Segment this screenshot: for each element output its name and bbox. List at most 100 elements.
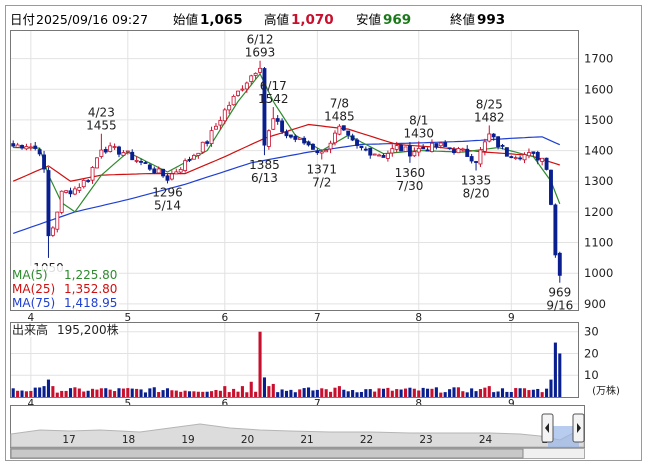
annotation-date: 6/12	[247, 33, 274, 47]
candle-body	[469, 156, 474, 162]
volume-bar	[465, 392, 469, 397]
volume-bar	[201, 391, 205, 397]
candle-body	[240, 88, 245, 91]
volume-bar	[258, 331, 262, 397]
volume-bar	[33, 387, 37, 397]
candle-body	[55, 211, 60, 230]
candle-body	[42, 154, 47, 170]
candle-body	[430, 142, 434, 152]
candle-body	[68, 190, 73, 195]
volume-bar	[165, 388, 170, 397]
volume-bar	[306, 387, 311, 397]
volume-bar	[536, 388, 540, 397]
ma5-value: 1,225.80	[64, 268, 117, 282]
candle-body	[319, 151, 324, 154]
candle-body	[346, 130, 351, 136]
ma75-label: MA(75)	[12, 296, 55, 310]
candle-body	[403, 146, 408, 152]
candle-body	[231, 95, 236, 106]
candle-body	[474, 161, 478, 163]
candle-body	[271, 118, 276, 130]
volume-bar	[470, 388, 474, 397]
candle-body	[183, 160, 188, 171]
navigator-panel[interactable]: 17181920212223242	[10, 405, 585, 448]
candle-body	[139, 160, 143, 163]
volume-tick-label: 10	[584, 368, 599, 382]
volume-bar	[355, 392, 359, 397]
candle-body	[416, 147, 421, 153]
candle-body	[443, 142, 448, 147]
candle-body	[117, 146, 121, 155]
volume-bar	[161, 390, 165, 397]
volume-bar	[245, 392, 249, 397]
candle-body	[478, 149, 483, 165]
candle-body	[258, 67, 262, 73]
volume-bar	[108, 389, 112, 397]
volume-bar	[276, 392, 280, 397]
annotation-date: 4/23	[88, 106, 115, 120]
volume-bar	[51, 386, 55, 397]
candle-body	[11, 143, 16, 147]
volume-bar	[157, 392, 161, 397]
candle-body	[460, 148, 465, 151]
candle-body	[504, 147, 509, 157]
volume-bar	[527, 390, 531, 397]
price-tick-label: 1100	[584, 236, 613, 250]
volume-bar	[311, 390, 315, 397]
candle-body	[236, 90, 240, 96]
volume-bar	[227, 392, 231, 397]
candle-body	[165, 175, 170, 181]
volume-bar	[439, 392, 443, 397]
navigator-label: 24	[479, 434, 493, 446]
candle-body	[214, 125, 218, 130]
candle-body	[456, 148, 461, 154]
volume-bar	[298, 389, 302, 397]
volume-bar	[478, 389, 482, 397]
volume-bar	[351, 390, 355, 397]
candle-body	[302, 137, 307, 144]
volume-bar	[386, 387, 390, 397]
volume-bar	[183, 390, 187, 397]
candle-body	[99, 149, 104, 157]
price-tick-label: 1500	[584, 113, 613, 127]
volume-bar	[426, 388, 430, 397]
annotation-date: 9/16	[546, 299, 573, 313]
volume-bar	[271, 383, 275, 397]
volume-bar	[430, 388, 434, 397]
candle-body	[297, 137, 302, 140]
scrollbar[interactable]	[10, 448, 585, 459]
ma25-label: MA(25)	[12, 282, 55, 296]
candle-body	[86, 180, 91, 182]
volume-bar	[60, 390, 64, 397]
candle-body	[526, 152, 531, 157]
volume-bar	[126, 388, 130, 397]
candle-body	[337, 125, 342, 135]
candle-body	[218, 120, 223, 126]
volume-bar	[139, 389, 143, 397]
candle-body	[509, 156, 514, 159]
volume-bar	[73, 387, 77, 397]
annotation-value: 1360	[395, 166, 426, 180]
candle-body	[121, 152, 126, 156]
volume-bar	[152, 387, 156, 397]
candle-body	[90, 167, 95, 181]
navigator-label: 18	[122, 434, 135, 446]
candle-body	[46, 170, 51, 237]
volume-bar	[395, 389, 399, 397]
volume-bar	[117, 388, 121, 397]
stock-chart: 日付 2025/09/16 09:27 始値 1,065 高値 1,070 安値…	[5, 5, 642, 461]
candle-body	[59, 190, 64, 213]
candle-body	[77, 187, 82, 191]
volume-bar	[20, 390, 24, 397]
candle-body	[20, 145, 24, 149]
scrollbar-thumb[interactable]	[10, 448, 524, 459]
candle-body	[399, 144, 404, 152]
candle-body	[161, 168, 166, 177]
candle-body	[266, 130, 271, 147]
volume-bar	[558, 353, 562, 397]
candle-body	[487, 133, 492, 142]
volume-bar	[421, 387, 425, 397]
candle-body	[557, 252, 562, 276]
candle-body	[275, 118, 280, 122]
open-label: 始値	[173, 12, 198, 27]
